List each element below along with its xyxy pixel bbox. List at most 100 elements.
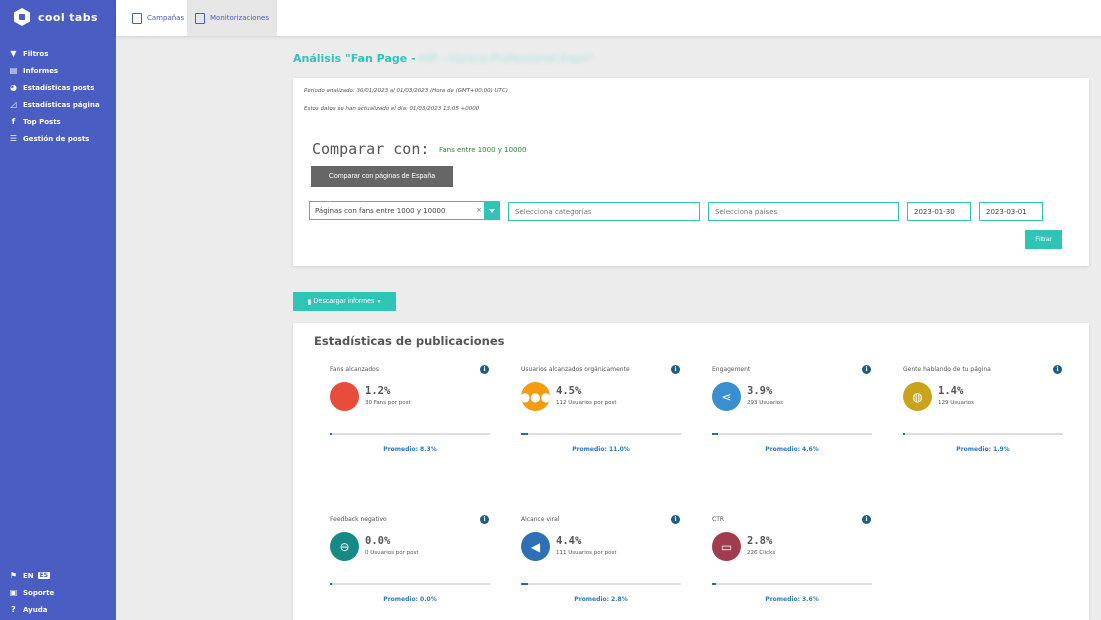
countries-input[interactable] xyxy=(708,202,899,221)
info-icon[interactable]: i xyxy=(1053,365,1062,374)
page-title-prefix: Análisis "Fan Page - xyxy=(293,52,420,65)
sidebar-item-support[interactable]: ▣ Soporte xyxy=(0,584,116,601)
question-icon: ? xyxy=(11,605,16,614)
info-icon[interactable]: i xyxy=(671,365,680,374)
top-tabs: Campañas Monitorizaciones xyxy=(116,0,1101,36)
progress-bar-fill xyxy=(712,433,719,435)
filter-card: Periodo analizado: 30/01/2023 al 01/03/2… xyxy=(293,78,1089,266)
date-from-input[interactable] xyxy=(907,202,971,221)
clear-icon[interactable]: × xyxy=(476,206,482,214)
spanish-flag-icon[interactable]: ES xyxy=(37,572,51,579)
filter-button[interactable]: Filtrar xyxy=(1025,230,1062,249)
sidebar-item-1[interactable]: ▼ Filtros xyxy=(0,45,116,62)
flag-icon: ⚑ xyxy=(9,571,18,580)
tab-monitoring[interactable]: Monitorizaciones xyxy=(187,0,277,36)
compare-title: Comparar con: xyxy=(312,140,430,158)
stat-card: Fans alcanzados i 1.2% 30 Fans por post Prom… xyxy=(330,365,500,466)
minus-circle-icon: ⊖ xyxy=(330,532,359,561)
stat-detail: 226 Clicks xyxy=(747,550,776,556)
share-icon: ⋖ xyxy=(712,382,741,411)
info-icon[interactable]: i xyxy=(480,365,489,374)
sidebar-item-5[interactable]: f Top Posts xyxy=(0,113,116,130)
progress-bar-fill xyxy=(903,433,906,435)
tab-label: Campañas xyxy=(147,14,185,22)
stat-card: Feedback negativo i ⊖ 0.0% 0 Usuarios por po… xyxy=(330,515,500,616)
stat-average: Promedio: 4.6% xyxy=(765,446,819,453)
stat-value: 4.4% xyxy=(556,535,582,547)
progress-bar-fill xyxy=(521,433,529,435)
sidebar-item-help[interactable]: ? Ayuda xyxy=(0,601,116,618)
sidebar-bottom: ⚑ EN ES ▣ Soporte ? Ayuda xyxy=(0,567,116,618)
document-gear-icon xyxy=(195,12,205,24)
sidebar-item-4[interactable]: ◿ Estadísticas página xyxy=(0,96,116,113)
list-icon: ☰ xyxy=(9,134,18,143)
stat-label: CTR xyxy=(712,516,725,523)
tab-campaigns[interactable]: Campañas xyxy=(124,0,192,36)
info-icon[interactable]: i xyxy=(671,515,680,524)
sidebar-item-label: Gestión de posts xyxy=(23,134,90,143)
stat-value: 0.0% xyxy=(365,535,391,547)
stat-value: 1.4% xyxy=(938,385,964,397)
stat-value: 3.9% xyxy=(747,385,773,397)
compare-spain-button[interactable]: Comparar con páginas de España xyxy=(311,166,453,187)
users-icon: ●●● xyxy=(520,382,551,411)
page-title-name: HIP - Horeca Professional Expo" xyxy=(419,52,593,65)
sidebar-item-label: Informes xyxy=(23,66,59,75)
stat-detail: 111 Usuarios por post xyxy=(556,550,617,556)
download-reports-button[interactable]: ▮ Descargar informes ▼ xyxy=(293,292,396,311)
progress-bar xyxy=(712,583,872,585)
progress-bar xyxy=(521,583,681,585)
stat-value: 1.2% xyxy=(365,385,391,397)
logo[interactable]: cool tabs xyxy=(14,7,98,27)
sidebar-item-label: Filtros xyxy=(23,49,49,58)
progress-bar xyxy=(712,433,872,435)
stat-average: Promedio: 2.8% xyxy=(574,596,628,603)
file-icon: ▤ xyxy=(9,66,18,75)
language-switch[interactable]: ⚑ EN ES xyxy=(0,567,116,584)
cooltabs-logo-icon xyxy=(14,8,30,26)
date-to-input[interactable] xyxy=(979,202,1043,221)
stat-card: Gente hablando de tu página i ◍ 1.4% 129 Usu… xyxy=(903,365,1073,466)
info-icon[interactable]: i xyxy=(862,365,871,374)
progress-bar-fill xyxy=(330,433,332,435)
stat-average: Promedio: 3.6% xyxy=(765,596,819,603)
stat-value: 4.5% xyxy=(556,385,582,397)
stat-label: Feedback negativo xyxy=(330,516,387,523)
sidebar-item-label: Estadísticas posts xyxy=(23,83,95,92)
progress-bar-fill xyxy=(330,583,332,585)
area-chart-icon: ◿ xyxy=(10,100,17,109)
progress-bar-fill xyxy=(712,583,717,585)
stat-card: Usuarios alcanzados orgánicamente i ●●● 4.5… xyxy=(520,365,691,466)
chevron-down-icon[interactable] xyxy=(484,202,499,219)
info-icon[interactable]: i xyxy=(862,515,871,524)
progress-bar xyxy=(903,433,1063,435)
stat-value: 2.8% xyxy=(747,535,773,547)
select-value: Páginas con fans entre 1000 y 10000 xyxy=(315,206,446,215)
stat-label: Gente hablando de tu página xyxy=(903,366,991,373)
sidebar-item-6[interactable]: ☰ Gestión de posts xyxy=(0,130,116,147)
logo-text: cool tabs xyxy=(38,10,98,24)
stat-label: Fans alcanzados xyxy=(330,366,379,373)
stat-average: Promedio: 8.3% xyxy=(383,446,437,453)
stats-card: Estadísticas de publicaciones Fans alcan… xyxy=(293,323,1089,620)
stats-title: Estadísticas de publicaciones xyxy=(314,334,505,348)
compare-value: Fans entre 1000 y 10000 xyxy=(439,146,527,154)
clipboard-icon xyxy=(132,12,142,24)
sidebar-item-label: Top Posts xyxy=(23,117,61,126)
progress-bar-fill xyxy=(521,583,529,585)
comments-icon: ◍ xyxy=(903,382,932,411)
palette-icon: ◕ xyxy=(10,83,17,92)
facebook-icon: f xyxy=(11,117,16,126)
fans-range-select[interactable]: Páginas con fans entre 1000 y 10000 × xyxy=(309,201,500,220)
sidebar-item-2[interactable]: ▤ Informes xyxy=(0,62,116,79)
stat-detail: 0 Usuarios por post xyxy=(365,550,419,556)
info-icon[interactable]: i xyxy=(480,515,489,524)
sidebar-item-3[interactable]: ◕ Estadísticas posts xyxy=(0,79,116,96)
stat-card: CTR i ▭ 2.8% 226 Clicks Promedio: 3.6% xyxy=(712,515,882,616)
monitor-icon: ▭ xyxy=(712,532,741,561)
stat-detail: 293 Usuarios xyxy=(747,400,784,406)
categories-input[interactable] xyxy=(508,202,700,221)
tab-label: Monitorizaciones xyxy=(210,14,269,22)
sidebar-nav: ▼ Filtros ▤ Informes ◕ Estadísticas posts ◿ Est… xyxy=(0,45,116,147)
stat-card: Alcance viral i ◀ 4.4% 111 Usuarios por post… xyxy=(521,515,691,616)
